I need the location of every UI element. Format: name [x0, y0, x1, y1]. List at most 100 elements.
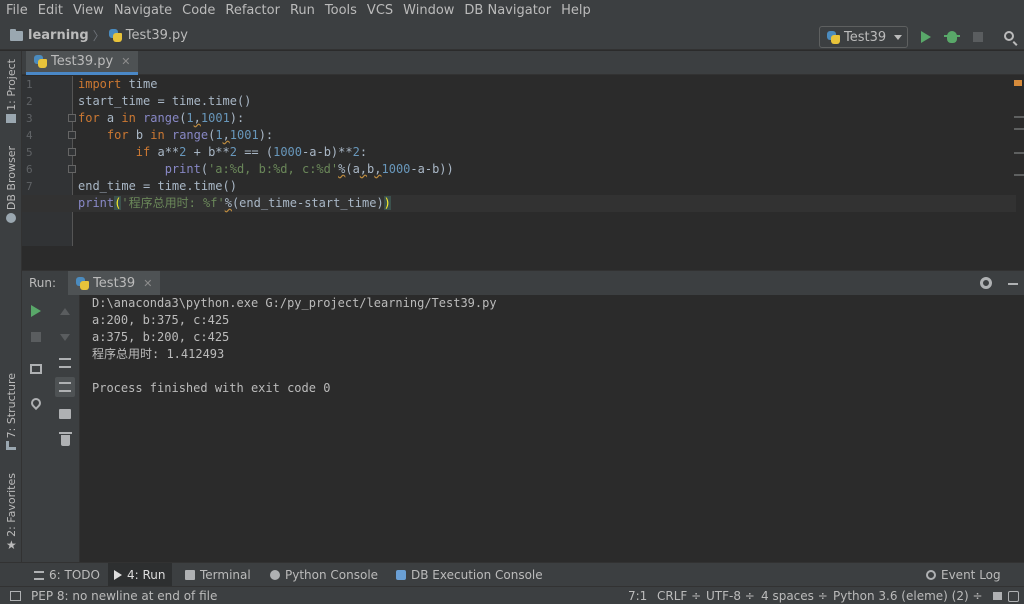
wrap-icon	[59, 358, 71, 368]
inspector-icon[interactable]	[1008, 591, 1019, 602]
editor-tab-bar: Test39.py ✕	[22, 51, 1024, 75]
tool-window-todo-label: 6: TODO	[49, 568, 100, 582]
print-button[interactable]	[55, 404, 75, 424]
caret-position[interactable]: 7:1	[628, 587, 647, 604]
lock-icon[interactable]	[993, 592, 1002, 600]
stripe-marker[interactable]	[1014, 174, 1024, 176]
toggle-tool-windows-icon[interactable]	[10, 591, 21, 601]
stop-run-button[interactable]	[26, 327, 46, 347]
tool-tab-db-browser-label: DB Browser	[4, 146, 18, 211]
tool-window-python-console[interactable]: Python Console	[264, 563, 384, 587]
tool-window-db-console-label: DB Execution Console	[411, 568, 543, 582]
debug-button[interactable]	[941, 26, 963, 48]
clear-all-button[interactable]	[55, 430, 75, 450]
gear-icon[interactable]	[980, 277, 992, 289]
rerun-button[interactable]	[26, 301, 46, 321]
arrow-up-icon	[60, 307, 70, 315]
editor-tab-test39[interactable]: Test39.py ✕	[26, 51, 139, 75]
scroll-to-end-button[interactable]	[55, 377, 75, 397]
line-separator-select[interactable]: CRLF ÷	[657, 587, 701, 604]
event-log-icon	[926, 570, 936, 580]
interpreter-select[interactable]: Python 3.6 (eleme) (2) ÷	[833, 587, 983, 604]
scroll-up-button[interactable]	[55, 301, 75, 321]
tool-tab-structure-label: 7: Structure	[4, 373, 18, 439]
code-area[interactable]: import time start_time = time.time() for…	[22, 76, 1018, 246]
warning-marker[interactable]	[1014, 80, 1022, 86]
soft-wrap-button[interactable]	[55, 353, 75, 373]
run-panel-header: Run: Test39 ✕	[22, 270, 1024, 296]
stripe-marker[interactable]	[1014, 152, 1024, 154]
python-file-icon	[34, 55, 47, 68]
run-tab-test39[interactable]: Test39 ✕	[68, 270, 161, 296]
fold-marker[interactable]	[68, 148, 76, 156]
tool-window-event-log[interactable]: Event Log	[920, 563, 1007, 587]
console-line: D:\anaconda3\python.exe G:/py_project/le…	[92, 296, 497, 310]
stripe-marker[interactable]	[1014, 116, 1024, 118]
layout-icon	[30, 364, 42, 374]
menu-db-navigator[interactable]: DB Navigator	[460, 0, 557, 22]
run-console-output[interactable]: D:\anaconda3\python.exe G:/py_project/le…	[80, 295, 1024, 562]
search-icon	[1003, 30, 1014, 41]
indent-select[interactable]: 4 spaces ÷	[761, 587, 828, 604]
fold-marker[interactable]	[68, 114, 76, 122]
line-number-gutter: 1 2 3 4 5 6 7 8	[22, 76, 76, 246]
close-icon[interactable]: ✕	[143, 277, 152, 290]
trash-icon	[58, 431, 72, 446]
menu-vcs[interactable]: VCS	[363, 0, 399, 22]
tool-window-db-execution-console[interactable]: DB Execution Console	[390, 563, 549, 587]
editor-error-stripe[interactable]	[1012, 76, 1024, 246]
breadcrumb-project[interactable]: learning	[0, 28, 89, 43]
run-panel-title: Run:	[29, 276, 57, 290]
menu-tools[interactable]: Tools	[321, 0, 363, 22]
tool-tab-db-browser[interactable]: DB Browser	[3, 146, 19, 224]
breadcrumb-file[interactable]: Test39.py	[108, 28, 188, 43]
stop-button[interactable]	[967, 26, 989, 48]
stripe-marker[interactable]	[1014, 128, 1024, 130]
tool-window-run[interactable]: 4: Run	[108, 563, 172, 587]
tool-window-todo[interactable]: 6: TODO	[28, 563, 106, 587]
restore-layout-button[interactable]	[26, 359, 46, 379]
star-icon: ★	[6, 537, 17, 552]
python-icon	[827, 30, 840, 44]
stop-icon	[973, 32, 983, 42]
pin-tab-button[interactable]	[26, 393, 46, 413]
minimize-icon[interactable]	[1008, 283, 1018, 285]
tool-tab-project[interactable]: 1: Project	[3, 59, 19, 123]
bug-icon	[944, 31, 960, 43]
code-editor[interactable]: 1 2 3 4 5 6 7 8 import time start_time =…	[22, 76, 1024, 246]
search-everywhere-button[interactable]	[999, 26, 1021, 48]
tool-tab-favorites[interactable]: 2: Favorites ★	[3, 473, 19, 552]
tool-window-event-log-label: Event Log	[941, 568, 1001, 582]
encoding-select[interactable]: UTF-8 ÷	[706, 587, 755, 604]
console-line: a:375, b:200, c:425	[92, 330, 230, 344]
run-configuration-select[interactable]: Test39	[819, 26, 908, 48]
status-message[interactable]: PEP 8: no newline at end of file	[31, 587, 217, 604]
menu-code[interactable]: Code	[178, 0, 221, 22]
close-icon[interactable]: ✕	[121, 55, 130, 68]
line-number: 6	[26, 163, 33, 176]
list-icon	[34, 570, 44, 580]
run-button[interactable]	[915, 26, 937, 48]
fold-marker[interactable]	[68, 131, 76, 139]
menu-edit[interactable]: Edit	[34, 0, 69, 22]
tool-window-terminal-label: Terminal	[200, 568, 251, 582]
menu-view[interactable]: View	[69, 0, 110, 22]
tool-tab-structure[interactable]: 7: Structure	[3, 373, 19, 451]
python-icon	[76, 276, 90, 290]
print-icon	[59, 409, 71, 419]
menu-navigate[interactable]: Navigate	[110, 0, 178, 22]
menu-help[interactable]: Help	[557, 0, 597, 22]
line-number: 7	[26, 180, 33, 193]
code-line-7: end_time = time.time()	[78, 179, 237, 193]
arrow-down-icon	[60, 333, 70, 341]
menu-window[interactable]: Window	[399, 0, 460, 22]
menu-refactor[interactable]: Refactor	[221, 0, 286, 22]
play-icon	[921, 31, 931, 43]
menu-file[interactable]: File	[2, 0, 34, 22]
code-line-3: for a in range(1,1001):	[78, 111, 245, 125]
tool-window-terminal[interactable]: Terminal	[179, 563, 257, 587]
fold-marker[interactable]	[68, 165, 76, 173]
scroll-down-button[interactable]	[55, 327, 75, 347]
code-line-4: for b in range(1,1001):	[106, 128, 274, 142]
menu-run[interactable]: Run	[286, 0, 321, 22]
